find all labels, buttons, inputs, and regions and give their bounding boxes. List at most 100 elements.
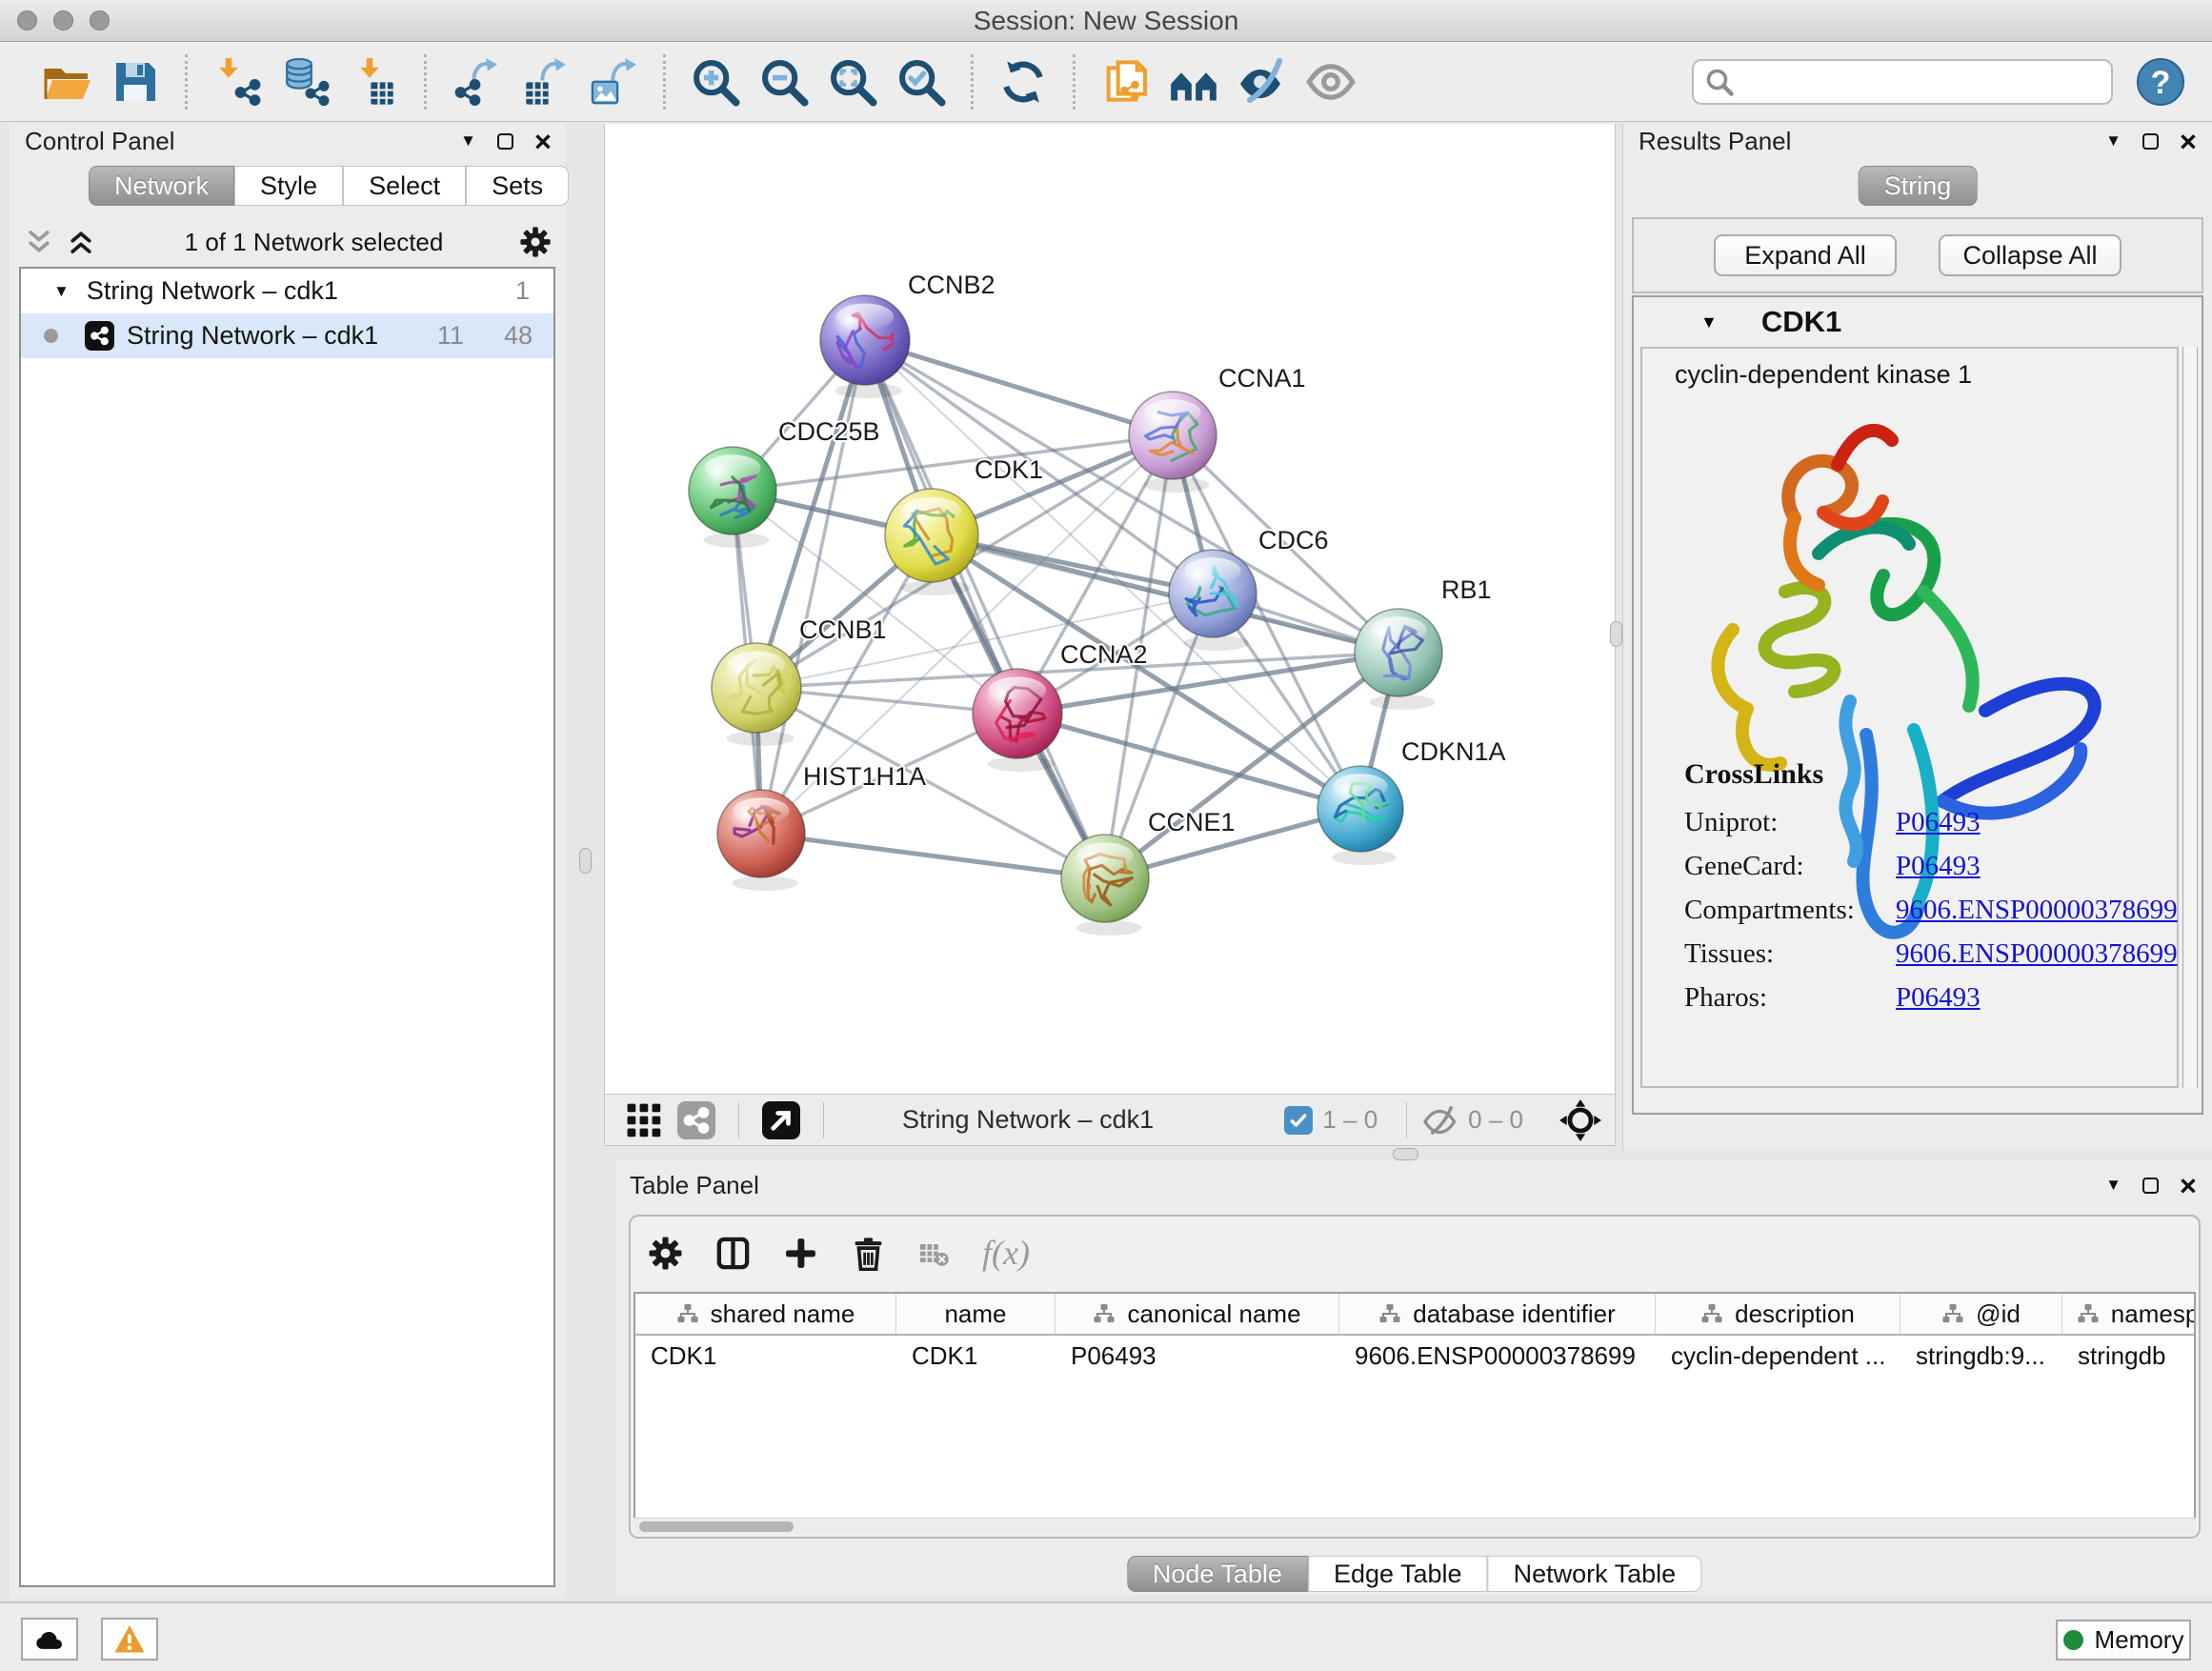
zoom-selected-button[interactable] xyxy=(895,56,947,108)
crosslink-link[interactable]: P06493 xyxy=(1896,807,1981,838)
zoom-out-button[interactable] xyxy=(758,56,810,108)
gene-expander-icon[interactable]: ▼ xyxy=(1700,312,1718,332)
zoom-fit-button[interactable] xyxy=(827,56,878,108)
panel-close-icon[interactable]: × xyxy=(2180,1171,2197,1200)
network-node-HIST1H1A[interactable] xyxy=(717,790,805,891)
zoom-in-button[interactable] xyxy=(690,56,741,108)
crosslink-link[interactable]: P06493 xyxy=(1896,851,1981,882)
cell-shared-name[interactable]: CDK1 xyxy=(635,1336,896,1376)
cell-name[interactable]: CDK1 xyxy=(896,1336,1056,1376)
panel-close-icon[interactable]: × xyxy=(2180,127,2197,156)
panel-menu-icon[interactable]: ▼ xyxy=(2105,131,2122,151)
network-edge-CCNB2-CCNA1[interactable] xyxy=(865,340,1173,435)
panel-float-icon[interactable] xyxy=(2142,133,2159,150)
network-node-CCNB1[interactable] xyxy=(712,643,801,746)
expand-all-button[interactable]: Expand All xyxy=(1714,234,1897,276)
search-input[interactable] xyxy=(1741,67,2100,96)
network-badge-button[interactable] xyxy=(677,1101,715,1139)
network-edge-CCNB2-HIST1H1A[interactable] xyxy=(761,340,865,834)
import-network-button[interactable] xyxy=(211,56,263,108)
tab-string-results[interactable]: String xyxy=(1859,166,1978,206)
panel-menu-icon[interactable]: ▼ xyxy=(2105,1176,2122,1195)
tab-network-table[interactable]: Network Table xyxy=(1488,1556,1702,1592)
tab-network[interactable]: Network xyxy=(89,166,234,206)
hide-selected-button[interactable] xyxy=(1237,56,1288,108)
bottom-splitter-handle[interactable] xyxy=(1393,1148,1418,1160)
toolbar-separator xyxy=(1073,54,1076,110)
show-all-networks-button[interactable] xyxy=(1168,56,1219,108)
network-view-canvas[interactable]: CCNB2CCNA1CDC25BCDK1CDC6RB1CCNB1CCNA2CDK… xyxy=(604,124,1616,1094)
import-table-button[interactable] xyxy=(349,56,400,108)
network-node-CCNA2[interactable] xyxy=(973,669,1062,772)
tab-node-table[interactable]: Node Table xyxy=(1127,1556,1308,1592)
table-horizontal-scrollbar[interactable] xyxy=(633,1518,2196,1534)
collection-expander-icon[interactable]: ▼ xyxy=(53,282,70,301)
collapse-all-button[interactable]: Collapse All xyxy=(1939,234,2122,276)
tab-sets[interactable]: Sets xyxy=(466,166,569,206)
export-image-button[interactable] xyxy=(588,56,639,108)
column-header-namespace[interactable]: namespace xyxy=(2062,1294,2196,1334)
table-options-gear-icon[interactable] xyxy=(648,1236,683,1271)
network-node-CCNE1[interactable] xyxy=(1061,835,1149,936)
network-node-CCNA1[interactable] xyxy=(1129,392,1217,493)
cell-namespace[interactable]: stringdb xyxy=(2062,1336,2196,1376)
cloud-status-button[interactable] xyxy=(21,1618,78,1661)
network-node-CDKN1A[interactable] xyxy=(1317,766,1403,865)
column-header-shared-name[interactable]: shared name xyxy=(635,1294,896,1334)
delete-column-trash-icon[interactable] xyxy=(851,1236,886,1271)
panel-menu-icon[interactable]: ▼ xyxy=(460,131,476,151)
column-header-description[interactable]: description xyxy=(1656,1294,1900,1334)
create-column-plus-icon[interactable] xyxy=(783,1236,818,1271)
column-header-id[interactable]: @id xyxy=(1900,1294,2062,1334)
network-edge-CCNB2-CCNE1[interactable] xyxy=(865,340,1105,878)
birdseye-navigator-icon[interactable] xyxy=(1559,1099,1601,1141)
results-scrollbar[interactable] xyxy=(2182,347,2198,1088)
export-table-button[interactable] xyxy=(519,56,571,108)
column-header-name[interactable]: name xyxy=(896,1294,1056,1334)
memory-button[interactable]: Memory xyxy=(2056,1620,2191,1661)
network-row-selected[interactable]: String Network – cdk1 11 48 xyxy=(21,313,553,358)
cell-description[interactable]: cyclin-dependent ... xyxy=(1656,1336,1900,1376)
tab-edge-table[interactable]: Edge Table xyxy=(1308,1556,1488,1592)
search-field[interactable] xyxy=(1692,59,2113,105)
show-hidden-button[interactable] xyxy=(1305,56,1357,108)
show-columns-icon[interactable] xyxy=(715,1236,751,1271)
network-node-CCNB2[interactable] xyxy=(820,295,910,398)
panel-close-icon[interactable]: × xyxy=(534,127,552,156)
collapse-all-networks-icon[interactable] xyxy=(67,228,95,256)
network-options-gear-icon[interactable] xyxy=(519,226,552,258)
detach-view-button[interactable] xyxy=(762,1101,800,1139)
network-edge-HIST1H1A-CCNE1[interactable] xyxy=(761,834,1105,878)
show-network-grid-button[interactable] xyxy=(626,1102,662,1138)
right-splitter-handle[interactable] xyxy=(1610,621,1622,647)
network-collection-row[interactable]: ▼ String Network – cdk1 1 xyxy=(21,269,553,313)
column-header-canonical-name[interactable]: canonical name xyxy=(1056,1294,1339,1334)
export-network-button[interactable] xyxy=(451,56,502,108)
column-header-database-identifier[interactable]: database identifier xyxy=(1339,1294,1656,1334)
crosslink-link[interactable]: P06493 xyxy=(1896,982,1981,1014)
import-network-from-database-button[interactable] xyxy=(280,56,332,108)
panel-float-icon[interactable] xyxy=(2142,1178,2159,1194)
panel-float-icon[interactable] xyxy=(497,133,513,150)
cell-database-identifier[interactable]: 9606.ENSP00000378699 xyxy=(1339,1336,1656,1376)
crosslink-link[interactable]: 9606.ENSP00000378699 xyxy=(1896,895,2178,926)
selected-items-checkbox-icon[interactable] xyxy=(1284,1106,1313,1135)
cell-canonical-name[interactable]: P06493 xyxy=(1056,1336,1339,1376)
left-splitter-handle[interactable] xyxy=(579,848,592,874)
hidden-items-eye-icon[interactable] xyxy=(1422,1102,1458,1138)
table-row[interactable]: CDK1 CDK1 P06493 9606.ENSP00000378699 cy… xyxy=(635,1336,2194,1376)
scrollbar-thumb[interactable] xyxy=(639,1521,794,1532)
network-node-CDC25B[interactable] xyxy=(689,447,776,548)
clone-network-button[interactable] xyxy=(1099,56,1151,108)
cell-id[interactable]: stringdb:9... xyxy=(1900,1336,2062,1376)
expand-all-networks-icon[interactable] xyxy=(25,228,53,256)
crosslink-link[interactable]: 9606.ENSP00000378699 xyxy=(1896,938,2178,970)
tab-style[interactable]: Style xyxy=(234,166,343,206)
network-node-RB1[interactable] xyxy=(1355,609,1442,710)
tab-select[interactable]: Select xyxy=(343,166,466,206)
help-button[interactable]: ? xyxy=(2136,57,2185,107)
warnings-button[interactable] xyxy=(101,1618,158,1661)
save-session-button[interactable] xyxy=(110,56,161,108)
open-session-button[interactable] xyxy=(41,56,92,108)
refresh-view-button[interactable] xyxy=(997,56,1049,108)
